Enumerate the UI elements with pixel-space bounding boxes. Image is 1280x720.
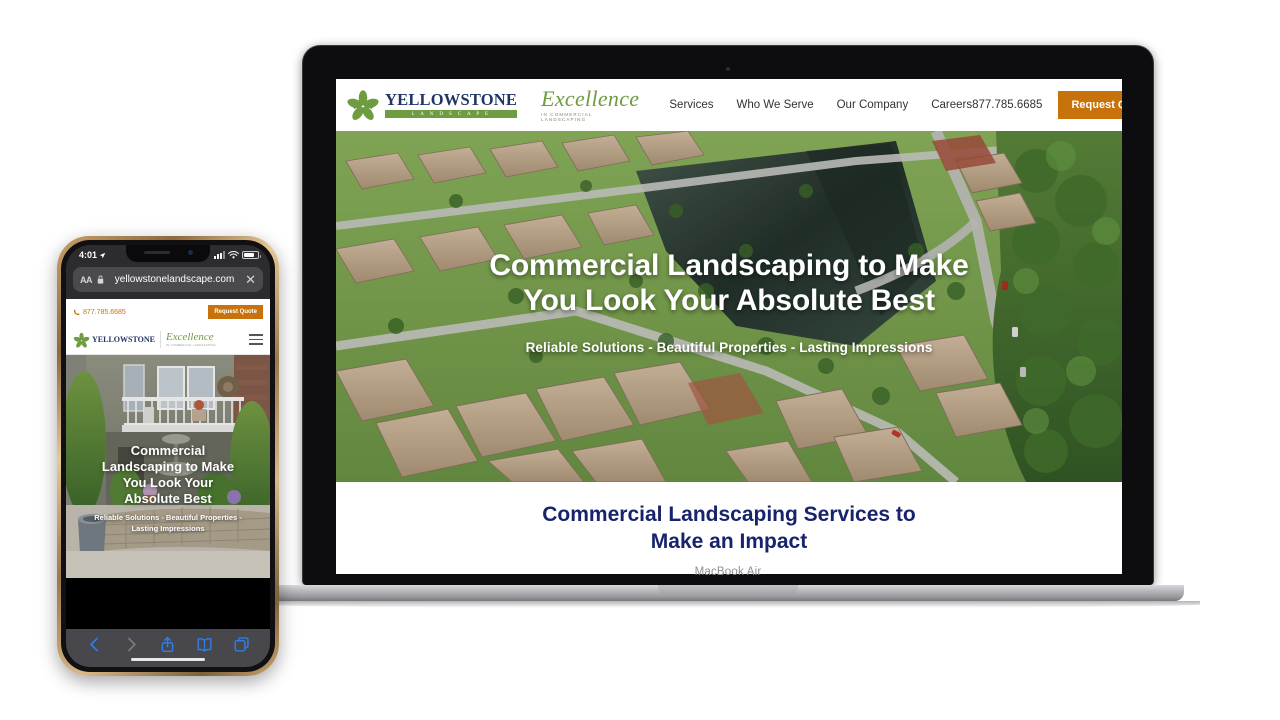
mobile-utility-bar: 877.785.6685 Request Quote [66, 299, 270, 325]
tabs-icon[interactable] [233, 636, 250, 653]
laptop-base [272, 585, 1184, 601]
mobile-request-quote-button[interactable]: Request Quote [208, 305, 263, 319]
phone-icon [73, 309, 80, 315]
lock-icon [97, 275, 104, 284]
location-arrow-icon [99, 252, 106, 258]
header-actions: 877.785.6685 Request Quote [972, 91, 1122, 119]
mobile-excellence-tagline: Excellence IN COMMERCIAL LANDSCAPING [165, 330, 217, 348]
laptop-screen: YELLOWSTONE L A N D S C A P E Excellence… [336, 79, 1122, 574]
hamburger-menu-icon[interactable] [249, 331, 263, 348]
hero-headline-line2: You Look Your Absolute Best [523, 283, 935, 317]
services-band-line1: Commercial Landscaping Services to [542, 502, 916, 526]
hero-copy: Commercial Landscaping to Make You Look … [336, 249, 1122, 355]
mobile-website: 877.785.6685 Request Quote YELLOWSTONE E… [66, 299, 270, 578]
laptop-base-notch [658, 585, 798, 594]
safari-url-bar: AA yellowstonelandscape.com ✕ [66, 265, 270, 299]
mobile-excellence-subtitle: IN COMMERCIAL LANDSCAPING [165, 343, 217, 347]
mobile-logo-divider [159, 331, 161, 348]
status-time-group: 4:01 [79, 250, 106, 260]
phone-screen: 4:01 AA yellowstonelandscape.com ✕ 877.7… [66, 245, 270, 667]
services-band-heading: Commercial Landscaping Services to Make … [542, 501, 915, 556]
address-field[interactable]: AA yellowstonelandscape.com ✕ [73, 267, 263, 292]
hero-headline: Commercial Landscaping to Make You Look … [376, 249, 1082, 319]
mobile-yellowstone-flower-mark-icon [73, 332, 90, 347]
mobile-hero-headline-line4: Absolute Best [124, 490, 212, 506]
close-icon[interactable]: ✕ [245, 273, 256, 286]
yellowstone-flower-mark-icon [347, 90, 379, 120]
text-size-button[interactable]: AA [80, 275, 93, 285]
nav-item-careers[interactable]: Careers [931, 99, 972, 111]
excellence-script: Excellence [541, 85, 640, 111]
mobile-hero-headline-line1: Commercial [130, 443, 206, 458]
mobile-phone-number: 877.785.6685 [83, 308, 126, 316]
excellence-subtitle: IN COMMERCIAL LANDSCAPING [541, 111, 593, 122]
home-indicator[interactable] [131, 657, 205, 661]
mobile-hero-headline-line3: You Look Your [122, 474, 214, 490]
nav-item-services[interactable]: Services [669, 99, 713, 111]
nav-item-who-we-serve[interactable]: Who We Serve [736, 99, 813, 111]
services-band: Commercial Landscaping Services to Make … [336, 482, 1122, 574]
status-time: 4:01 [79, 250, 98, 260]
hero-subheadline: Reliable Solutions - Beautiful Propertie… [525, 339, 933, 355]
mobile-hero-copy: Commercial Landscaping to Make You Look … [66, 443, 270, 534]
mobile-hero-section: Commercial Landscaping to Make You Look … [66, 355, 270, 578]
battery-icon [242, 251, 261, 259]
book-icon[interactable] [196, 636, 213, 653]
logo-wordmark: YELLOWSTONE L A N D S C A P E [385, 89, 518, 119]
url-text[interactable]: yellowstonelandscape.com [109, 274, 240, 285]
mobile-excellence-script: Excellence [165, 330, 214, 343]
mobile-hero-headline: Commercial Landscaping to Make You Look … [74, 443, 262, 506]
header-phone-number[interactable]: 877.785.6685 [972, 99, 1042, 111]
earpiece-speaker-icon [144, 251, 170, 254]
mobile-logo-wordmark[interactable]: YELLOWSTONE [92, 334, 155, 344]
safari-toolbar [66, 629, 270, 667]
mobile-hero-subheadline: Reliable Solutions - Beautiful Propertie… [74, 513, 262, 533]
services-band-line2: Make an Impact [650, 530, 808, 553]
webcam-icon [726, 67, 730, 71]
mobile-hero-sub-line2: Lasting Impressions [131, 523, 205, 533]
mobile-logo-name: YELLOWSTONE [92, 334, 155, 344]
mockup-scene: YELLOWSTONE L A N D S C A P E Excellence… [0, 0, 1280, 720]
iphone-device: 4:01 AA yellowstonelandscape.com ✕ 877.7… [57, 236, 279, 676]
chevron-left-icon[interactable] [86, 636, 103, 653]
site-logo[interactable]: YELLOWSTONE L A N D S C A P E [346, 89, 518, 121]
site-header: YELLOWSTONE L A N D S C A P E Excellence… [336, 79, 1122, 131]
phone-notch [126, 245, 210, 262]
mobile-site-header: YELLOWSTONE Excellence IN COMMERCIAL LAN… [66, 325, 270, 355]
mobile-phone-link[interactable]: 877.785.6685 [73, 309, 126, 316]
hero-section: Commercial Landscaping to Make You Look … [336, 131, 1122, 482]
laptop-lid: YELLOWSTONE L A N D S C A P E Excellence… [302, 45, 1154, 585]
excellence-tagline: Excellence IN COMMERCIAL LANDSCAPING [541, 85, 640, 122]
front-camera-icon [188, 250, 193, 255]
desktop-website: YELLOWSTONE L A N D S C A P E Excellence… [336, 79, 1122, 574]
logo-name: YELLOWSTONE [385, 89, 518, 109]
macbook-air-device: YELLOWSTONE L A N D S C A P E Excellence… [256, 45, 1200, 608]
laptop-model-label: MacBook Air [694, 566, 762, 578]
mobile-hero-headline-line2: Landscaping to Make [101, 458, 235, 474]
laptop-base-shadow [256, 601, 1200, 608]
share-icon[interactable] [159, 636, 176, 653]
nav-item-our-company[interactable]: Our Company [837, 99, 909, 111]
cellular-bars-icon [214, 251, 225, 259]
chevron-right-icon [127, 637, 136, 651]
logo-subtitle: L A N D S C A P E [411, 111, 491, 117]
status-indicators [214, 245, 261, 265]
mobile-hero-sub-line1: Reliable Solutions - Beautiful Propertie… [94, 513, 242, 523]
request-quote-button[interactable]: Request Quote [1058, 91, 1122, 119]
primary-navigation: Services Who We Serve Our Company Career… [669, 99, 972, 111]
wifi-icon [228, 250, 239, 259]
hero-headline-line1: Commercial Landscaping to Make [489, 249, 969, 282]
logo-subtitle-bar: L A N D S C A P E [385, 110, 518, 119]
